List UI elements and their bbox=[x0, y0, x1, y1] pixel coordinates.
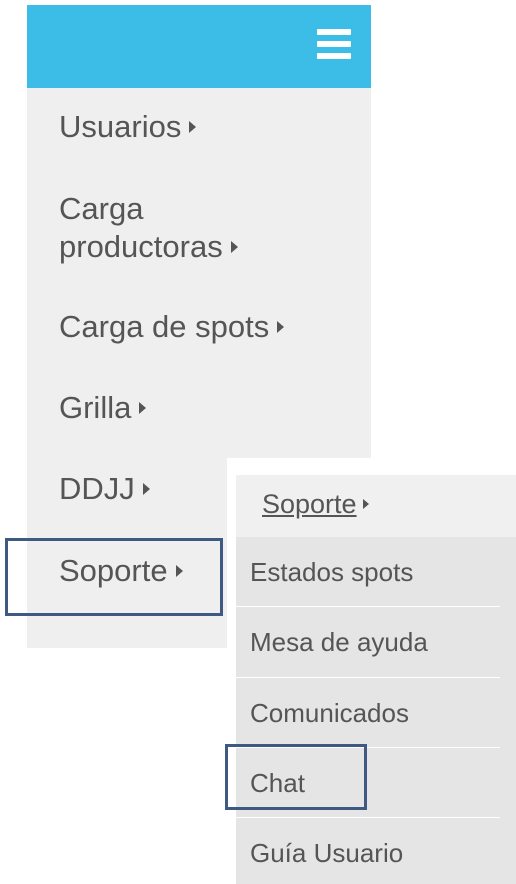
menu-item-carga-de-spots[interactable]: Carga de spots bbox=[59, 308, 285, 346]
menu-item-label: Usuarios bbox=[59, 109, 182, 144]
menu-item-ddjj[interactable]: DDJJ bbox=[59, 470, 150, 508]
caret-right-icon bbox=[277, 320, 285, 333]
menu-item-soporte[interactable]: Soporte bbox=[59, 552, 183, 590]
submenu-item-chat[interactable]: Chat bbox=[250, 767, 305, 799]
divider bbox=[236, 677, 500, 678]
soporte-submenu: Soporte Estados spots Mesa de ayuda Comu… bbox=[236, 475, 516, 884]
submenu-item-estados-spots[interactable]: Estados spots bbox=[250, 556, 413, 588]
submenu-title-label: Soporte bbox=[262, 489, 357, 519]
divider bbox=[236, 817, 500, 818]
menu-item-label: Soporte bbox=[59, 553, 168, 588]
menu-item-label: Carga de spots bbox=[59, 309, 270, 344]
submenu-item-mesa-de-ayuda[interactable]: Mesa de ayuda bbox=[250, 626, 428, 658]
menu-item-grilla[interactable]: Grilla bbox=[59, 389, 147, 427]
menu-item-carga-productoras[interactable]: Carga productoras bbox=[59, 190, 238, 266]
menu-item-label-line1: Carga bbox=[59, 191, 144, 226]
menu-item-label-line2: productoras bbox=[59, 229, 223, 264]
submenu-item-comunicados[interactable]: Comunicados bbox=[250, 697, 409, 729]
caret-right-icon bbox=[139, 401, 147, 414]
divider bbox=[236, 747, 500, 748]
submenu-title-link[interactable]: Soporte bbox=[262, 487, 369, 521]
caret-right-icon bbox=[230, 240, 238, 253]
caret-right-icon bbox=[362, 498, 369, 509]
caret-right-icon bbox=[142, 482, 150, 495]
hamburger-icon[interactable] bbox=[317, 29, 351, 59]
menu-item-label: DDJJ bbox=[59, 471, 135, 506]
caret-right-icon bbox=[189, 120, 197, 133]
submenu-header: Soporte bbox=[236, 475, 516, 537]
divider bbox=[236, 606, 500, 607]
menu-item-usuarios[interactable]: Usuarios bbox=[59, 108, 197, 146]
menu-item-label: Grilla bbox=[59, 390, 132, 425]
menu-top-bar bbox=[27, 5, 371, 88]
caret-right-icon bbox=[175, 564, 183, 577]
submenu-item-guia-usuario[interactable]: Guía Usuario bbox=[250, 837, 403, 869]
